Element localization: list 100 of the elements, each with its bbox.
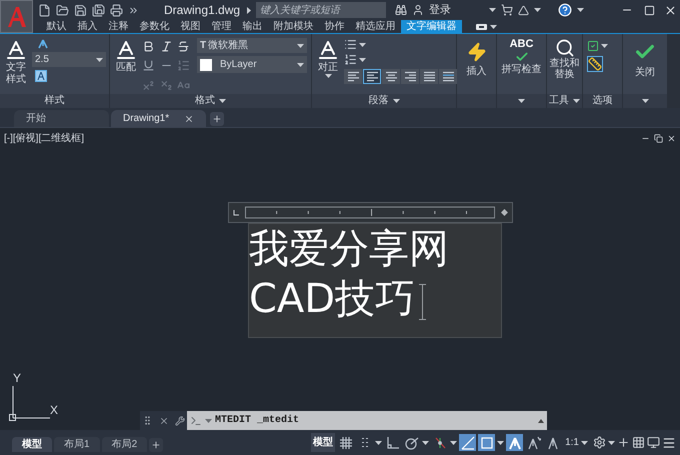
ribbon-tab[interactable]: 默认 xyxy=(41,20,72,33)
isodraft-toggle[interactable] xyxy=(459,434,476,451)
panel-toggle-icon[interactable] xyxy=(476,24,487,30)
annotation-scale[interactable]: 1:1 xyxy=(565,435,579,450)
plus-icon[interactable] xyxy=(617,436,630,449)
text-height-field[interactable]: 2.5 xyxy=(32,52,106,67)
align-button[interactable] xyxy=(401,69,419,84)
tab-type-icon xyxy=(233,210,239,216)
help-icon[interactable] xyxy=(558,3,572,17)
file-name: Drawing1.dwg xyxy=(164,2,240,19)
ribbon-tab[interactable]: 协作 xyxy=(319,20,350,33)
align-button[interactable] xyxy=(344,69,362,84)
ribbon-tab[interactable]: 视图 xyxy=(175,20,206,33)
close-icon[interactable] xyxy=(184,114,194,124)
spell-check-button[interactable]: ABC 拼写检查 xyxy=(501,38,542,94)
ruler-icon[interactable] xyxy=(587,56,603,72)
find-replace-button[interactable]: 查找和 替换 xyxy=(551,38,578,94)
match-button[interactable]: 匹配 xyxy=(114,38,138,94)
command-line-field[interactable]: MTEDIT _mtedit xyxy=(187,411,547,430)
viewport-label[interactable]: [-][俯视][二维线框] xyxy=(4,131,84,146)
menu-icon[interactable] xyxy=(662,436,676,450)
save-icon[interactable] xyxy=(74,4,87,16)
new-file-icon[interactable] xyxy=(38,4,51,16)
caret-icon xyxy=(359,42,366,46)
align-icon xyxy=(442,71,454,82)
panel-title: 工具 xyxy=(549,95,569,107)
search-field[interactable]: 键入关键字或短语 xyxy=(256,2,386,18)
bold-icon[interactable] xyxy=(142,40,155,53)
text-style-icon xyxy=(4,38,28,62)
bullets-icon[interactable] xyxy=(344,38,357,51)
ribbon-tab[interactable]: 文字编辑器 xyxy=(401,20,462,33)
caret-icon xyxy=(573,99,580,103)
grip-icon[interactable] xyxy=(142,415,153,426)
document-tab[interactable]: Drawing1* xyxy=(111,110,206,127)
autoscale-icon xyxy=(526,436,541,450)
close-editor-button[interactable]: 关闭 xyxy=(627,38,663,94)
ribbon-tab[interactable]: 输出 xyxy=(237,20,268,33)
open-folder-icon[interactable] xyxy=(56,4,69,16)
panel-title: 样式 xyxy=(44,95,64,107)
italic-icon[interactable] xyxy=(160,40,173,53)
expand-icon[interactable] xyxy=(538,418,544,422)
ribbon-tab[interactable]: 参数化 xyxy=(134,20,175,33)
color-field[interactable]: ByLayer xyxy=(197,56,307,73)
align-icon xyxy=(346,71,360,82)
ribbon-tab[interactable]: 附加模块 xyxy=(268,20,319,33)
caret-icon xyxy=(534,8,541,12)
caret-icon[interactable] xyxy=(247,6,252,14)
text-editor[interactable]: 我爱分享网 CAD技巧 xyxy=(248,223,502,338)
maximize-icon[interactable] xyxy=(644,4,656,16)
document-tab[interactable]: 开始 xyxy=(14,110,109,127)
save-as-icon[interactable] xyxy=(92,4,105,16)
printer-icon[interactable] xyxy=(110,4,123,16)
strikethrough-icon[interactable] xyxy=(177,40,190,53)
annotative-icon[interactable] xyxy=(38,39,48,49)
checkbox-icon[interactable] xyxy=(587,40,599,52)
align-button[interactable] xyxy=(382,69,400,84)
grid-toggle[interactable] xyxy=(337,434,354,451)
model-button[interactable]: 模型 xyxy=(311,433,336,452)
monitor-icon[interactable] xyxy=(647,436,660,449)
panel-title: 选项 xyxy=(592,95,612,107)
caret-icon xyxy=(205,418,212,422)
background-mask-button[interactable] xyxy=(35,70,47,82)
layout-tab[interactable]: 模型 xyxy=(12,437,52,452)
ribbon-tab[interactable]: 注释 xyxy=(103,20,134,33)
close-icon[interactable] xyxy=(667,134,676,143)
ribbon-tab[interactable]: 精选应用 xyxy=(350,20,401,33)
font-field[interactable]: T 微软雅黑 xyxy=(197,38,307,53)
plus-icon xyxy=(212,114,222,124)
settings-icon[interactable] xyxy=(593,436,606,449)
justify-button[interactable]: 对正 xyxy=(316,38,340,94)
text-style-button[interactable]: 文字 样式 xyxy=(4,38,28,94)
insert-button[interactable]: 插入 xyxy=(461,38,492,94)
sign-in-link[interactable]: 登录 xyxy=(429,2,452,18)
align-button[interactable] xyxy=(420,69,438,84)
annotation-toggle[interactable] xyxy=(506,434,524,451)
close-icon[interactable] xyxy=(664,4,678,16)
layout-tab[interactable]: 布局1 xyxy=(54,437,100,452)
ruler[interactable] xyxy=(228,202,513,223)
align-button[interactable] xyxy=(363,69,381,84)
caret-icon xyxy=(642,99,648,103)
underline-icon[interactable] xyxy=(142,59,155,72)
new-tab-button[interactable] xyxy=(210,112,224,126)
user-icon[interactable] xyxy=(412,4,424,16)
resize-handle-icon[interactable] xyxy=(501,209,508,216)
wrench-icon[interactable] xyxy=(175,416,185,426)
restore-icon[interactable] xyxy=(654,134,663,143)
caret-icon xyxy=(497,440,504,444)
selection-toggle[interactable] xyxy=(478,434,496,451)
new-layout-button[interactable] xyxy=(149,438,164,452)
cart-icon[interactable] xyxy=(500,4,513,16)
text-cursor-icon xyxy=(419,284,426,320)
binoculars-icon[interactable] xyxy=(395,4,408,16)
triangle-icon[interactable] xyxy=(518,4,529,16)
ribbon-tab[interactable]: 插入 xyxy=(72,20,103,33)
panel-title: 格式 xyxy=(195,95,215,107)
align-button[interactable] xyxy=(439,69,457,84)
close-icon[interactable] xyxy=(159,416,169,426)
layout-tab[interactable]: 布局2 xyxy=(102,437,148,452)
ribbon-tab[interactable]: 管理 xyxy=(206,20,237,33)
more-icon[interactable] xyxy=(128,4,139,16)
